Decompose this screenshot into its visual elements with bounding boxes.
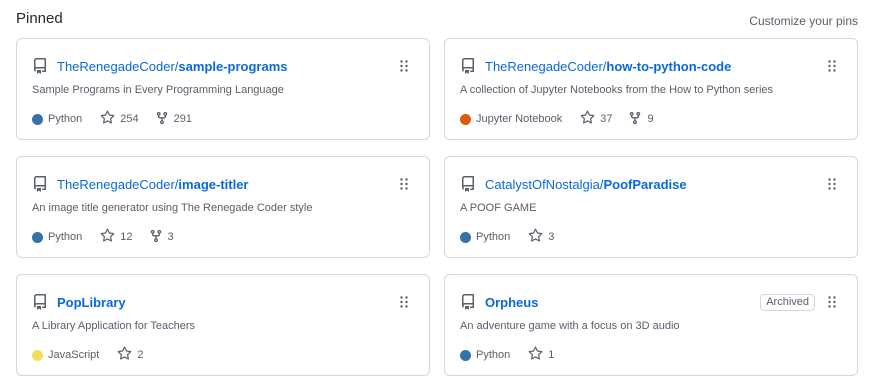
customize-pins-link[interactable]: Customize your pins: [749, 14, 858, 28]
fork-icon: [628, 111, 647, 128]
repo-description: A collection of Jupyter Notebooks from t…: [460, 84, 774, 96]
fork-count: 9: [647, 113, 654, 125]
repo-language: JavaScript: [48, 349, 100, 361]
star-icon: [100, 110, 120, 128]
repo-icon: [460, 58, 476, 74]
stars-link[interactable]: 12: [100, 228, 133, 246]
star-icon: [528, 228, 548, 246]
repo-language: Python: [476, 231, 511, 243]
repo-owner: CatalystOfNostalgia/: [485, 176, 604, 192]
grip-vertical-icon[interactable]: [827, 59, 837, 73]
repo-description: Sample Programs in Every Programming Lan…: [32, 84, 284, 96]
forks-link[interactable]: 9: [628, 111, 654, 128]
grip-vertical-icon[interactable]: [827, 295, 837, 309]
repo-meta: Python 3: [460, 228, 841, 246]
pinned-repo-card: TheRenegadeCoder/image-titler An image ti…: [16, 156, 430, 258]
repo-description: A POOF GAME: [460, 202, 537, 214]
forks-link[interactable]: 291: [155, 111, 192, 128]
card-header: TheRenegadeCoder/how-to-python-code: [460, 56, 841, 76]
stars-link[interactable]: 2: [117, 346, 143, 364]
fork-count: 291: [173, 113, 192, 125]
repo-name: Orpheus: [485, 294, 539, 310]
star-count: 254: [120, 113, 139, 125]
repo-owner: TheRenegadeCoder/: [485, 58, 607, 74]
language-color-dot: [460, 349, 471, 361]
fork-icon: [149, 229, 168, 246]
card-header: TheRenegadeCoder/image-titler: [32, 174, 413, 194]
repo-meta: Jupyter Notebook 37 9: [460, 110, 841, 128]
stars-link[interactable]: 3: [528, 228, 554, 246]
star-count: 3: [548, 231, 555, 243]
repo-name: PoofParadise: [603, 176, 687, 192]
card-header: PopLibrary: [32, 292, 413, 312]
pinned-repo-card: PopLibrary A Library Application for Teac…: [16, 274, 430, 376]
repo-owner: TheRenegadeCoder/: [57, 176, 179, 192]
pinned-title: Pinned: [16, 10, 63, 27]
repo-name: image-titler: [178, 176, 249, 192]
repo-link[interactable]: CatalystOfNostalgia/PoofParadise: [485, 177, 687, 192]
grip-vertical-icon[interactable]: [399, 59, 409, 73]
repo-language: Jupyter Notebook: [476, 113, 563, 125]
fork-icon: [155, 111, 174, 128]
repo-meta: Python 1: [460, 346, 841, 364]
repo-name: how-to-python-code: [606, 58, 732, 74]
repo-language: Python: [476, 349, 511, 361]
stars-link[interactable]: 254: [100, 110, 139, 128]
star-count: 12: [120, 231, 133, 243]
repo-meta: JavaScript 2: [32, 346, 413, 364]
language-color-dot: [32, 231, 43, 243]
card-header: TheRenegadeCoder/sample-programs: [32, 56, 413, 76]
repo-meta: Python 254 291: [32, 110, 413, 128]
repo-description: An image title generator using The Reneg…: [32, 202, 313, 214]
repo-name: PopLibrary: [57, 294, 126, 310]
star-icon: [528, 346, 548, 364]
repo-link[interactable]: TheRenegadeCoder/image-titler: [57, 177, 249, 192]
pinned-header: Pinned Customize your pins: [16, 10, 858, 30]
pinned-repo-card: TheRenegadeCoder/how-to-python-code A col…: [444, 38, 858, 140]
stars-link[interactable]: 37: [580, 110, 612, 128]
card-header: CatalystOfNostalgia/PoofParadise: [460, 174, 841, 194]
language-color-dot: [32, 349, 43, 361]
repo-icon: [32, 58, 48, 74]
repo-description: A Library Application for Teachers: [32, 320, 196, 332]
archived-badge: Archived: [760, 293, 815, 311]
repo-language: Python: [48, 113, 83, 125]
repo-icon: [32, 176, 48, 192]
stars-link[interactable]: 1: [528, 346, 554, 364]
star-count: 37: [600, 113, 613, 125]
language-color-dot: [460, 231, 471, 243]
repo-link[interactable]: PopLibrary: [57, 295, 126, 310]
star-icon: [580, 110, 600, 128]
repo-link[interactable]: Orpheus: [485, 295, 538, 310]
repo-icon: [32, 294, 48, 310]
card-header: Orpheus Archived: [460, 292, 841, 312]
repo-description: An adventure game with a focus on 3D aud…: [460, 320, 680, 332]
repo-link[interactable]: TheRenegadeCoder/how-to-python-code: [485, 59, 731, 74]
repo-language: Python: [48, 231, 83, 243]
star-count: 1: [548, 349, 555, 361]
repo-link[interactable]: TheRenegadeCoder/sample-programs: [57, 59, 288, 74]
repo-name: sample-programs: [178, 58, 288, 74]
forks-link[interactable]: 3: [149, 229, 174, 246]
fork-count: 3: [167, 231, 174, 243]
star-icon: [100, 228, 120, 246]
pinned-repo-card: CatalystOfNostalgia/PoofParadise A POOF G…: [444, 156, 858, 258]
grip-vertical-icon[interactable]: [399, 177, 409, 191]
pinned-repo-card: TheRenegadeCoder/sample-programs Sample P…: [16, 38, 430, 140]
grip-vertical-icon[interactable]: [399, 295, 409, 309]
repo-meta: Python 12 3: [32, 228, 413, 246]
pinned-repo-card: Orpheus Archived An adventure game with a …: [444, 274, 858, 376]
star-icon: [117, 346, 137, 364]
language-color-dot: [460, 113, 471, 125]
language-color-dot: [32, 113, 43, 125]
repo-icon: [460, 294, 476, 310]
star-count: 2: [137, 349, 144, 361]
repo-owner: TheRenegadeCoder/: [57, 58, 179, 74]
repo-icon: [460, 176, 476, 192]
grip-vertical-icon[interactable]: [827, 177, 837, 191]
